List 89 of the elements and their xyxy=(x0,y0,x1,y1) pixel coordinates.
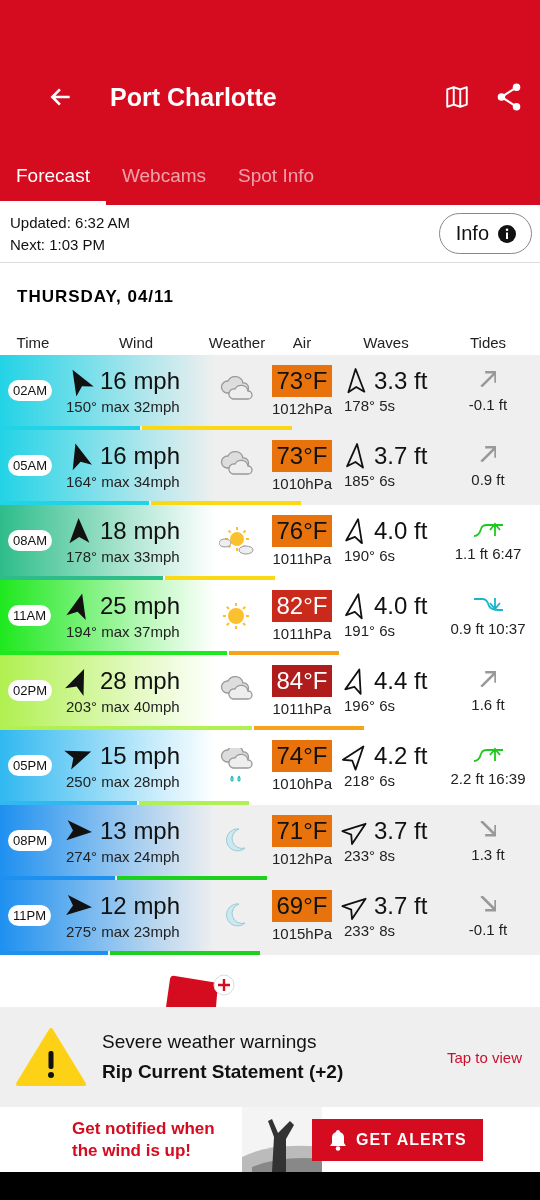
warning-title: Severe weather warnings xyxy=(102,1031,318,1053)
air-temperature: 82°F xyxy=(272,589,332,622)
air-temperature: 71°F xyxy=(272,814,332,847)
air-temperature: 76°F xyxy=(272,514,332,547)
map-button[interactable] xyxy=(444,84,470,110)
wave-height: 4.2 ft xyxy=(374,742,429,770)
air-temperature: 73°F xyxy=(272,364,332,397)
warning-icon xyxy=(16,1027,86,1087)
pressure: 1015hPa xyxy=(271,924,333,942)
column-header: Tides xyxy=(468,333,508,351)
tide-value: 0.9 ft xyxy=(471,471,505,489)
time-label: 05AM xyxy=(8,455,52,476)
info-button[interactable]: Info xyxy=(438,213,532,254)
wave-details: 190° 6s xyxy=(344,547,397,564)
pressure: 1011hPa xyxy=(272,549,332,567)
time-label: 08PM xyxy=(8,830,52,851)
wind-details: 203° max 40mph xyxy=(66,698,181,715)
wave-height: 3.7 ft xyxy=(374,892,429,920)
time-label: 08AM xyxy=(8,530,52,551)
pressure: 1010hPa xyxy=(271,774,333,792)
bell-icon xyxy=(328,1128,348,1151)
wave-details: 233° 8s xyxy=(344,922,397,939)
tide-value: 2.2 ft 16:39 xyxy=(450,770,526,787)
time-label: 11PM xyxy=(8,905,51,926)
wave-details: 185° 6s xyxy=(344,472,397,489)
time-label: 02PM xyxy=(8,680,52,701)
air-temperature: 73°F xyxy=(272,439,332,472)
air-temperature: 84°F xyxy=(272,664,332,697)
time-label: 05PM xyxy=(8,755,52,776)
wave-height: 3.7 ft xyxy=(374,817,429,845)
day-heading: THURSDAY, 04/11 xyxy=(16,286,176,308)
pressure: 1012hPa xyxy=(271,399,333,417)
wind-speed: 16 mph xyxy=(100,367,182,395)
tide-value: 1.1 ft 6:47 xyxy=(454,545,522,562)
wave-height: 4.0 ft xyxy=(374,592,429,620)
wind-speed: 15 mph xyxy=(100,742,182,770)
pressure: 1010hPa xyxy=(271,474,333,492)
warning-detail: Rip Current Statement (+2) xyxy=(102,1061,345,1083)
time-label: 02AM xyxy=(8,380,52,401)
wind-speed: 13 mph xyxy=(100,817,182,845)
updated-time: Updated: 6:32 AM xyxy=(10,212,131,233)
wind-details: 178° max 33mph xyxy=(66,548,181,565)
tide-value: 0.9 ft 10:37 xyxy=(450,620,526,637)
wave-height: 3.3 ft xyxy=(374,367,429,395)
wind-details: 274° max 24mph xyxy=(66,848,181,865)
air-temperature: 74°F xyxy=(272,739,332,772)
wave-height: 4.0 ft xyxy=(374,517,429,545)
info-icon xyxy=(497,223,517,244)
wind-speed: 18 mph xyxy=(100,517,182,545)
column-header: Wind xyxy=(117,333,155,351)
wind-details: 275° max 23mph xyxy=(66,923,181,940)
wind-details: 250° max 28mph xyxy=(66,773,181,790)
wind-details: 194° max 37mph xyxy=(66,623,181,640)
wave-details: 178° 5s xyxy=(344,397,397,414)
wind-details: 150° max 32mph xyxy=(66,398,181,415)
share-button[interactable] xyxy=(496,83,522,111)
wind-speed: 25 mph xyxy=(100,592,182,620)
pressure: 1011hPa xyxy=(272,624,332,642)
column-header: Waves xyxy=(362,333,410,351)
column-header: Weather xyxy=(207,333,267,351)
tap-to-view-link[interactable]: Tap to view xyxy=(446,1048,522,1066)
wave-details: 218° 6s xyxy=(344,772,397,789)
next-update-time: Next: 1:03 PM xyxy=(10,234,107,255)
wave-details: 191° 6s xyxy=(344,622,397,639)
tide-value: -0.1 ft xyxy=(468,396,508,414)
wave-height: 4.4 ft xyxy=(374,667,429,695)
tide-value: 1.3 ft xyxy=(471,846,505,864)
wind-speed: 28 mph xyxy=(100,667,182,695)
time-label: 11AM xyxy=(8,605,51,626)
column-header: Time xyxy=(15,333,51,351)
air-temperature: 69°F xyxy=(272,889,332,922)
column-header: Air xyxy=(291,333,313,351)
get-alerts-button[interactable]: GET ALERTS xyxy=(312,1118,483,1161)
wind-speed: 12 mph xyxy=(100,892,182,920)
ad-banner[interactable]: Get notified when the wind is up! GET ALERTS xyxy=(0,1107,540,1172)
wave-details: 233° 8s xyxy=(344,847,397,864)
ad-text: Get notified when the wind is up! xyxy=(72,1117,216,1162)
wind-details: 164° max 34mph xyxy=(66,473,181,490)
warning-banner[interactable]: Severe weather warnings Rip Current Statement (+2) Tap to view xyxy=(0,1007,540,1107)
wave-height: 3.7 ft xyxy=(374,442,429,470)
tide-value: 1.6 ft xyxy=(471,696,505,714)
tab[interactable]: Forecast xyxy=(0,165,106,205)
tide-value: -0.1 ft xyxy=(468,921,508,939)
wind-speed: 16 mph xyxy=(100,442,182,470)
spot-title: Port Charlotte xyxy=(110,82,278,112)
pressure: 1012hPa xyxy=(271,849,333,867)
pressure: 1011hPa xyxy=(272,699,332,717)
tab[interactable]: Spot Info xyxy=(222,165,331,205)
wave-details: 196° 6s xyxy=(344,697,397,714)
